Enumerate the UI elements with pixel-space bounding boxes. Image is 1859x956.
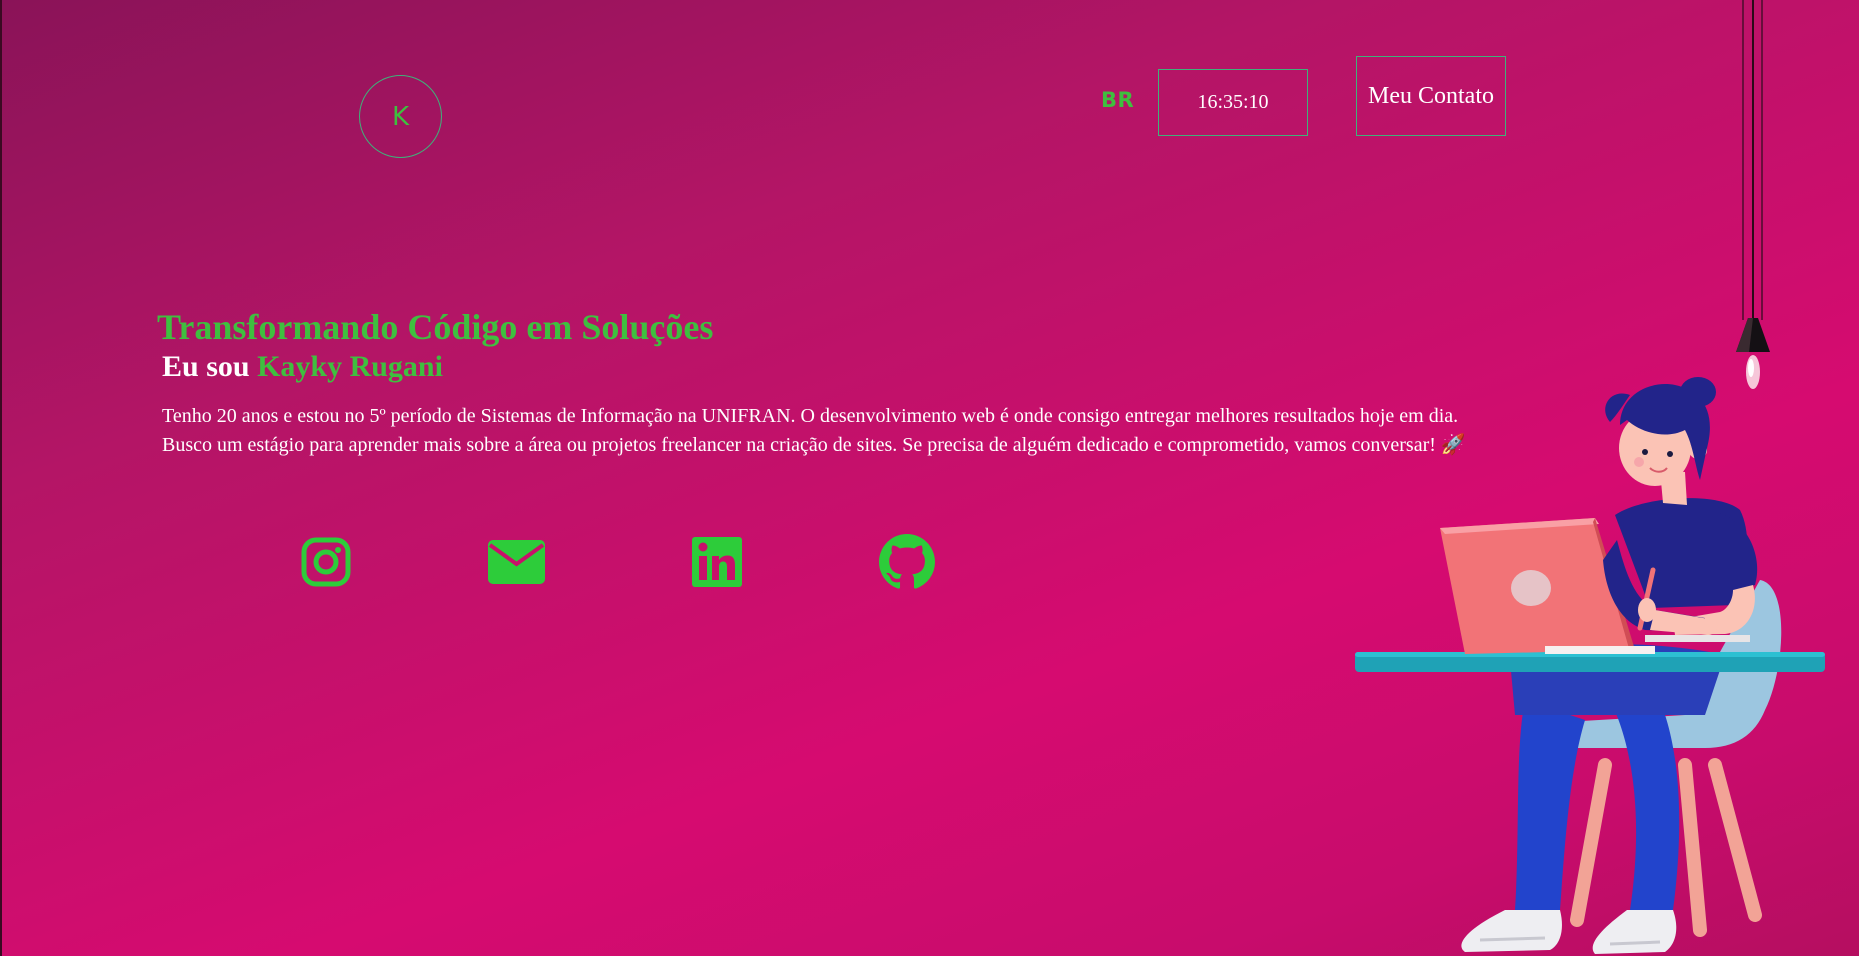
hero-headline: Transformando Código em Soluções <box>157 307 714 347</box>
hero-intro: Eu sou Kayky Rugani <box>162 350 443 384</box>
github-icon <box>879 534 935 589</box>
bio-line-2: Busco um estágio para aprender mais sobr… <box>162 434 1466 456</box>
contact-button[interactable]: Meu Contato <box>1356 56 1506 136</box>
instagram-link[interactable] <box>300 533 352 591</box>
email-link[interactable] <box>487 533 545 591</box>
intro-prefix: Eu sou <box>162 350 250 383</box>
mail-icon <box>487 540 545 584</box>
bio: Tenho 20 anos e estou no 5º período de S… <box>162 402 1562 460</box>
page-edge <box>0 0 2 956</box>
clock: 16:35:10 <box>1158 69 1308 136</box>
hanging-lamp-illustration <box>1736 0 1770 389</box>
logo[interactable]: K <box>359 75 442 158</box>
linkedin-icon <box>692 537 742 587</box>
instagram-icon <box>301 537 351 587</box>
developer-illustration <box>1355 377 1825 954</box>
intro-name: Kayky Rugani <box>257 350 443 383</box>
linkedin-link[interactable] <box>691 533 743 591</box>
bio-line-1: Tenho 20 anos e estou no 5º período de S… <box>162 405 1459 427</box>
github-link[interactable] <box>878 533 936 591</box>
language-toggle[interactable]: BR <box>1101 88 1134 112</box>
